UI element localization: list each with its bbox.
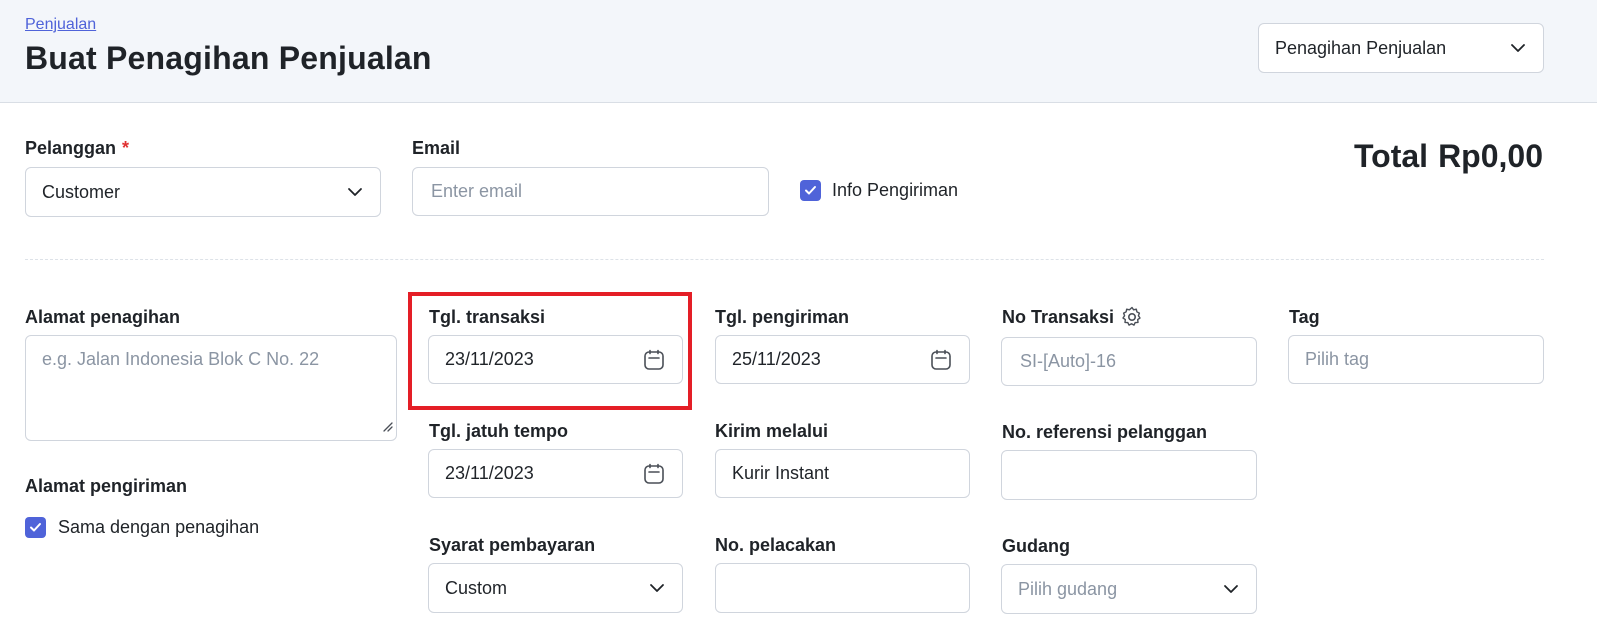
total-amount: Total Rp0,00	[1354, 138, 1543, 175]
calendar-icon[interactable]	[642, 462, 666, 486]
warehouse-label: Gudang	[1002, 536, 1070, 556]
tag-select[interactable]: Pilih tag	[1288, 335, 1544, 384]
tag-placeholder: Pilih tag	[1305, 349, 1370, 369]
page-title: Buat Penagihan Penjualan	[25, 40, 432, 76]
payment-terms-value: Custom	[445, 577, 508, 598]
email-field-wrapper	[412, 167, 769, 216]
ship-via-value: Kurir Instant	[732, 463, 830, 483]
warehouse-placeholder: Pilih gudang	[1018, 578, 1118, 599]
shipping-address-label: Alamat pengiriman	[25, 476, 188, 496]
same-as-billing-checkbox[interactable]	[25, 517, 46, 538]
info-pengiriman-label: Info Pengiriman	[832, 180, 959, 200]
chevron-down-icon	[346, 183, 364, 201]
calendar-icon[interactable]	[929, 348, 953, 372]
shipping-date-label: Tgl. pengiriman	[715, 307, 850, 327]
page-header: Penjualan Buat Penagihan Penjualan Penag…	[0, 0, 1597, 103]
email-label: Email	[412, 138, 461, 158]
tag-label: Tag	[1289, 307, 1320, 327]
customer-label-text: Pelanggan	[25, 138, 117, 158]
required-mark: *	[122, 138, 130, 158]
transaction-number-label: No Transaksi	[1002, 305, 1144, 329]
same-as-billing-label: Sama dengan penagihan	[58, 517, 260, 537]
chevron-down-icon	[1222, 580, 1240, 598]
info-pengiriman-checkbox[interactable]	[800, 180, 821, 201]
shipping-date-picker[interactable]: 25/11/2023	[715, 335, 970, 384]
tracking-number-field[interactable]	[715, 563, 970, 613]
document-type-value: Penagihan Penjualan	[1275, 37, 1447, 58]
checkmark-icon	[805, 186, 816, 195]
shipping-date-value: 25/11/2023	[732, 349, 821, 369]
ship-via-label: Kirim melalui	[715, 421, 829, 441]
warehouse-select[interactable]: Pilih gudang	[1001, 564, 1257, 614]
customer-reference-label: No. referensi pelanggan	[1002, 422, 1208, 442]
transaction-number-label-text: No Transaksi	[1002, 306, 1115, 327]
section-divider	[25, 259, 1544, 260]
resize-handle-icon[interactable]	[381, 416, 393, 437]
transaction-number-field[interactable]	[1001, 337, 1257, 386]
chevron-down-icon	[648, 579, 666, 597]
email-field[interactable]	[429, 180, 752, 203]
customer-reference-field[interactable]	[1001, 450, 1257, 500]
customer-select[interactable]: Customer	[25, 167, 381, 217]
customer-value: Customer	[42, 181, 121, 202]
billing-address-textarea[interactable]: e.g. Jalan Indonesia Blok C No. 22	[25, 335, 397, 441]
breadcrumb-penjualan[interactable]: Penjualan	[25, 16, 96, 34]
due-date-value: 23/11/2023	[445, 463, 534, 483]
document-type-select[interactable]: Penagihan Penjualan	[1258, 23, 1544, 73]
ship-via-field[interactable]: Kurir Instant	[715, 449, 970, 498]
due-date-label: Tgl. jatuh tempo	[429, 421, 568, 441]
customer-label: Pelanggan *	[25, 138, 129, 159]
payment-terms-select[interactable]: Custom	[428, 563, 683, 613]
transaction-number-input[interactable]	[1018, 350, 1240, 373]
due-date-picker[interactable]: 23/11/2023	[428, 449, 683, 498]
total-label: Total	[1354, 138, 1429, 174]
billing-address-label: Alamat penagihan	[25, 307, 181, 327]
gear-icon[interactable]	[1120, 305, 1144, 329]
highlight-box	[408, 292, 692, 410]
payment-terms-label: Syarat pembayaran	[429, 535, 596, 555]
tracking-number-label: No. pelacakan	[715, 535, 837, 555]
total-value: Rp0,00	[1438, 138, 1543, 174]
billing-address-placeholder: e.g. Jalan Indonesia Blok C No. 22	[42, 349, 320, 369]
chevron-down-icon	[1509, 39, 1527, 57]
checkmark-icon	[30, 523, 41, 532]
